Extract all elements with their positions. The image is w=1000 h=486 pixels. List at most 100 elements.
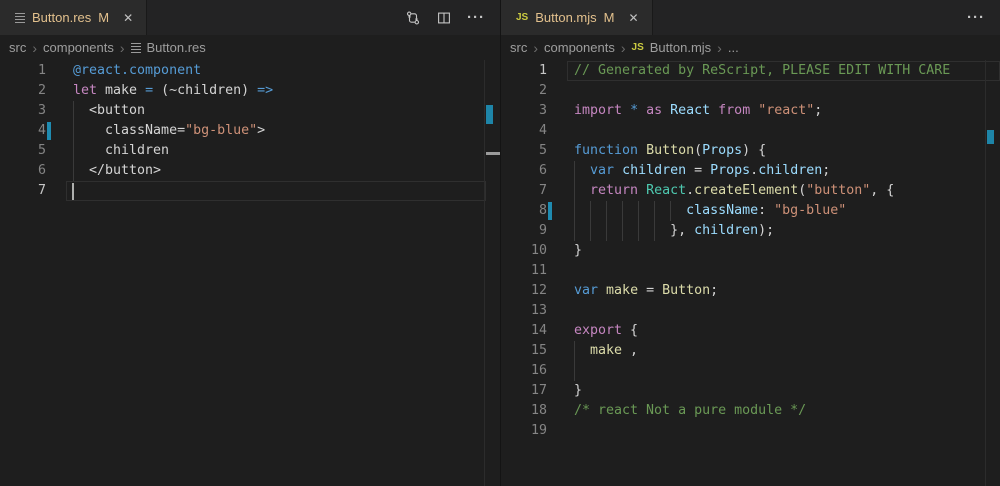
gutter-modified-marker	[47, 122, 51, 140]
indent-guide	[606, 221, 607, 241]
code-line-11[interactable]: 11	[501, 261, 1000, 281]
indent-guide	[574, 181, 575, 201]
indent-guide	[574, 221, 575, 241]
code-line-2[interactable]: 2let make = (~children) =>	[0, 81, 500, 101]
indent-guide	[73, 101, 74, 121]
line-number: 2	[501, 81, 547, 101]
line-number: 15	[501, 341, 547, 361]
indent-guide	[670, 201, 671, 221]
indent-guide	[574, 161, 575, 181]
code-line-16[interactable]: 16	[501, 361, 1000, 381]
overview-modified-marker	[987, 130, 994, 144]
code-line-10[interactable]: 10}	[501, 241, 1000, 261]
modified-badge: M	[604, 10, 615, 25]
breadcrumb-item-symbol[interactable]: ...	[728, 40, 739, 55]
code-line-5[interactable]: 5 children	[0, 141, 500, 161]
text-cursor	[72, 183, 74, 200]
breadcrumb-item-components[interactable]: components	[544, 40, 615, 55]
more-actions-icon[interactable]: ···	[467, 10, 485, 26]
tab-label: Button.mjs	[535, 10, 596, 25]
res-file-icon	[131, 42, 141, 54]
code-line-4[interactable]: 4	[501, 121, 1000, 141]
code-line-3[interactable]: 3import * as React from "react";	[501, 101, 1000, 121]
breadcrumb-item-file[interactable]: Button.mjs	[650, 40, 711, 55]
indent-guide	[73, 121, 74, 141]
code-line-2[interactable]: 2	[501, 81, 1000, 101]
tab-button-res[interactable]: Button.res M ✕	[0, 0, 147, 35]
code-line-5[interactable]: 5function Button(Props) {	[501, 141, 1000, 161]
indent-guide	[638, 221, 639, 241]
indent-guide	[638, 201, 639, 221]
line-number: 4	[501, 121, 547, 141]
editor-actions: ···	[967, 0, 1000, 35]
code-lines: 1@react.component2let make = (~children)…	[0, 61, 500, 201]
more-actions-icon[interactable]: ···	[967, 10, 985, 26]
breadcrumb-item-src[interactable]: src	[9, 40, 26, 55]
editor-actions: ···	[405, 0, 500, 35]
line-number: 16	[501, 361, 547, 381]
line-number: 1	[0, 61, 46, 81]
code-line-14[interactable]: 14export {	[501, 321, 1000, 341]
code-line-12[interactable]: 12var make = Button;	[501, 281, 1000, 301]
breadcrumb: src › components › JS Button.mjs › ...	[501, 35, 1000, 60]
line-number: 5	[501, 141, 547, 161]
editor-pane-left: Button.res M ✕	[0, 0, 500, 486]
code-line-4[interactable]: 4 className="bg-blue">	[0, 121, 500, 141]
indent-guide	[590, 221, 591, 241]
js-file-icon: JS	[632, 42, 644, 53]
code-line-13[interactable]: 13	[501, 301, 1000, 321]
code-line-3[interactable]: 3 <button	[0, 101, 500, 121]
code-editor[interactable]: 1@react.component2let make = (~children)…	[0, 60, 500, 486]
tab-label: Button.res	[32, 10, 91, 25]
overview-ruler[interactable]	[985, 60, 986, 486]
line-number: 6	[0, 161, 46, 181]
overview-ruler[interactable]	[484, 60, 485, 486]
code-lines: 1// Generated by ReScript, PLEASE EDIT W…	[501, 61, 1000, 441]
line-number: 5	[0, 141, 46, 161]
code-line-1[interactable]: 1// Generated by ReScript, PLEASE EDIT W…	[501, 61, 1000, 81]
editor-pane-right: JS Button.mjs M ✕ ··· src › components ›…	[500, 0, 1000, 486]
overview-cursor-marker	[486, 152, 500, 155]
code-line-7[interactable]: 7 return React.createElement("button", {	[501, 181, 1000, 201]
breadcrumb-item-file[interactable]: Button.res	[147, 40, 206, 55]
code-line-9[interactable]: 9 }, children);	[501, 221, 1000, 241]
code-line-7[interactable]: 7	[0, 181, 500, 201]
line-number: 7	[0, 181, 46, 201]
line-number: 18	[501, 401, 547, 421]
chevron-right-icon: ›	[120, 41, 125, 55]
tab-bar: JS Button.mjs M ✕ ···	[501, 0, 1000, 35]
code-line-15[interactable]: 15 make ,	[501, 341, 1000, 361]
line-number: 17	[501, 381, 547, 401]
code-line-6[interactable]: 6 </button>	[0, 161, 500, 181]
code-line-17[interactable]: 17}	[501, 381, 1000, 401]
code-line-1[interactable]: 1@react.component	[0, 61, 500, 81]
code-line-19[interactable]: 19	[501, 421, 1000, 441]
code-editor[interactable]: 1// Generated by ReScript, PLEASE EDIT W…	[501, 60, 1000, 486]
close-icon[interactable]: ✕	[626, 11, 642, 25]
indent-guide	[574, 361, 575, 381]
code-line-18[interactable]: 18/* react Not a pure module */	[501, 401, 1000, 421]
line-number: 6	[501, 161, 547, 181]
line-number: 8	[501, 201, 547, 221]
indent-guide	[654, 201, 655, 221]
line-number: 3	[0, 101, 46, 121]
indent-guide	[590, 201, 591, 221]
breadcrumb-item-components[interactable]: components	[43, 40, 114, 55]
line-number: 12	[501, 281, 547, 301]
split-editor-icon[interactable]	[436, 10, 452, 26]
code-line-8[interactable]: 8 className: "bg-blue"	[501, 201, 1000, 221]
code-line-6[interactable]: 6 var children = Props.children;	[501, 161, 1000, 181]
tab-button-mjs[interactable]: JS Button.mjs M ✕	[501, 0, 653, 35]
compare-changes-icon[interactable]	[405, 10, 421, 26]
gutter-modified-marker	[548, 202, 552, 220]
line-number: 1	[501, 61, 547, 81]
indent-guide	[622, 221, 623, 241]
line-number: 4	[0, 121, 46, 141]
line-number: 9	[501, 221, 547, 241]
line-number: 13	[501, 301, 547, 321]
chevron-right-icon: ›	[621, 41, 626, 55]
line-number: 7	[501, 181, 547, 201]
breadcrumb-item-src[interactable]: src	[510, 40, 527, 55]
close-icon[interactable]: ✕	[120, 11, 136, 25]
js-file-icon: JS	[516, 12, 528, 23]
